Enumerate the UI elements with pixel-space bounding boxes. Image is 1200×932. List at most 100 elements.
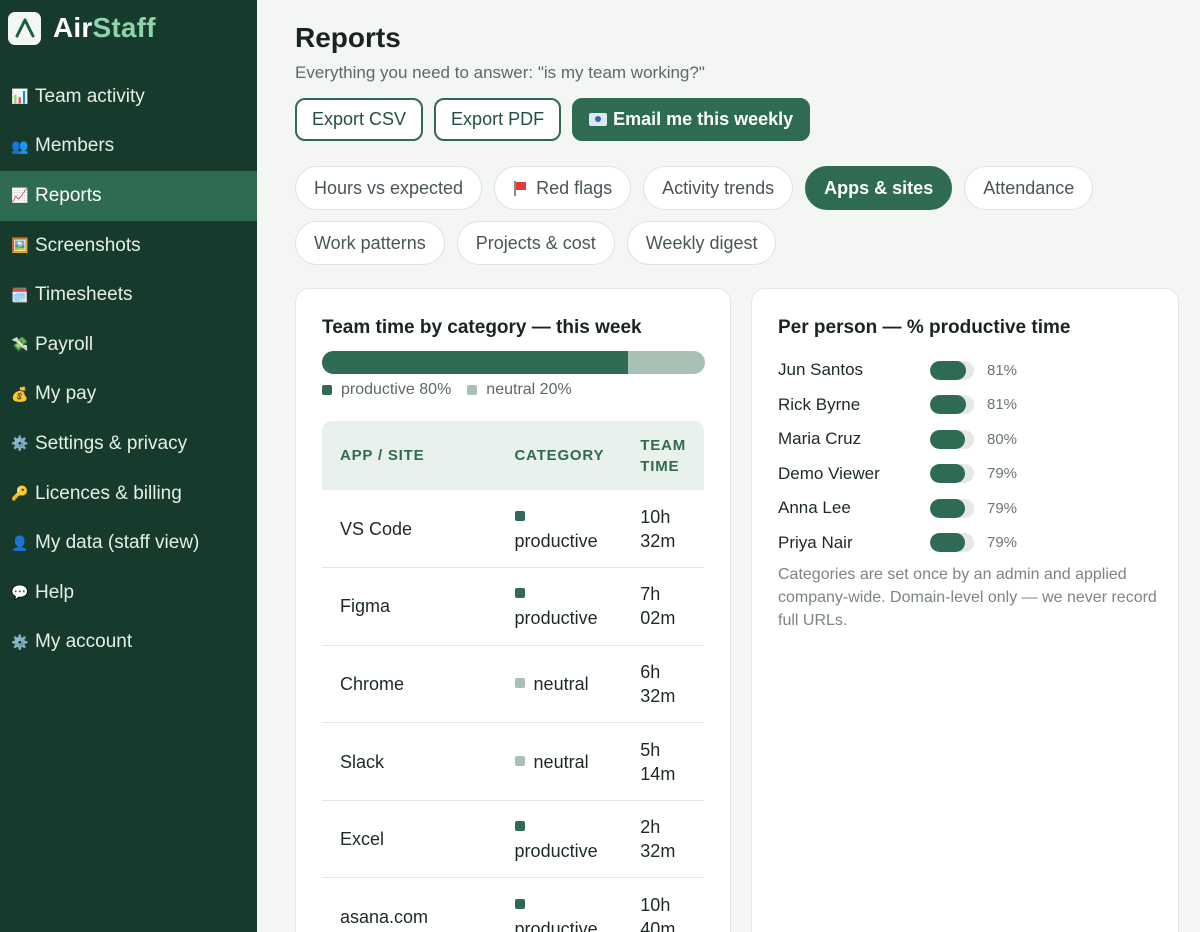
list-item[interactable]: Priya Nair 79% <box>778 526 1158 561</box>
category-card: Team time by category — this week produc… <box>295 288 731 932</box>
sidebar-item-help[interactable]: 💬 Help <box>0 568 257 618</box>
speech-bubble-icon: 💬 <box>11 584 29 601</box>
tab-apps-sites[interactable]: Apps & sites <box>805 166 953 210</box>
sidebar-item-payroll[interactable]: 💸 Payroll <box>0 320 257 370</box>
app-name: Excel <box>322 800 497 879</box>
category-label: productive <box>514 918 598 932</box>
sidebar-item-screenshots[interactable]: 🖼️ Screenshots <box>0 221 257 271</box>
tab-hours-vs-expected[interactable]: Hours vs expected <box>295 166 483 210</box>
tab-weekly-digest[interactable]: Weekly digest <box>626 221 777 265</box>
brand[interactable]: AirStaff <box>8 10 156 46</box>
productive-bar-fill <box>930 429 966 449</box>
app-name: VS Code <box>322 490 497 569</box>
tab-attendance[interactable]: Attendance <box>964 166 1094 210</box>
tab-label: Projects & cost <box>475 232 596 253</box>
app-team-time: 2h 32m <box>622 800 704 879</box>
header-app-site[interactable]: APP / SITE <box>322 421 497 490</box>
sidebar-item-my-pay[interactable]: 💰 My pay <box>0 370 257 420</box>
table-row[interactable]: Chrome neutral 6h 32m <box>322 645 704 724</box>
bar-chart-icon: 📊 <box>11 88 29 105</box>
category-label: neutral <box>533 673 589 694</box>
productive-bar-fill <box>930 533 965 553</box>
person-name: Priya Nair <box>778 532 853 552</box>
sidebar-item-label: My data (staff view) <box>35 532 200 554</box>
money-wings-icon: 💸 <box>11 336 29 353</box>
productive-swatch <box>514 821 525 832</box>
money-bag-icon: 💰 <box>11 385 29 402</box>
export-pdf-button[interactable]: Export PDF <box>434 98 562 141</box>
tab-projects-cost[interactable]: Projects & cost <box>456 221 615 265</box>
productive-bar-fill <box>930 464 965 484</box>
productive-pct: 79% <box>987 499 1018 517</box>
app-name: Figma <box>322 567 497 646</box>
sidebar-item-my-data-staff-view[interactable]: 👤 My data (staff view) <box>0 518 257 568</box>
app-team-time: 5h 14m <box>622 722 704 801</box>
app-category: productive <box>496 490 623 569</box>
category-label: neutral <box>533 751 589 772</box>
sidebar-item-reports[interactable]: 📈 Reports <box>0 171 257 221</box>
sidebar-item-licences-billing[interactable]: 🔑 Licences & billing <box>0 469 257 519</box>
productive-fill <box>322 351 629 374</box>
productive-bar-fill <box>930 395 966 415</box>
list-item[interactable]: Maria Cruz 80% <box>778 422 1158 457</box>
people-icon: 👥 <box>11 137 29 154</box>
table-row[interactable]: Excel productive 2h 32m <box>322 800 704 879</box>
category-label: productive <box>514 608 598 629</box>
sidebar-item-my-account[interactable]: ⚙️ My account <box>0 618 257 668</box>
report-tabs: Hours vs expected Red flags Activity trend… <box>295 166 1155 265</box>
tab-label: Work patterns <box>314 232 426 253</box>
tab-activity-trends[interactable]: Activity trends <box>643 166 794 210</box>
list-item[interactable]: Demo Viewer 79% <box>778 457 1158 492</box>
header-category[interactable]: CATEGORY <box>497 421 623 490</box>
sidebar-item-label: Team activity <box>35 85 145 107</box>
sidebar-item-label: Help <box>35 581 75 603</box>
app-team-time: 7h 02m <box>622 567 704 646</box>
table-row[interactable]: Slack neutral 5h 14m <box>322 722 704 801</box>
list-item[interactable]: Rick Byrne 81% <box>778 388 1158 423</box>
table-row[interactable]: Figma productive 7h 02m <box>322 567 704 646</box>
table-row[interactable]: VS Code productive 10h 32m <box>322 490 704 569</box>
apps-table-body: VS Code productive 10h 32m Figma productive 7… <box>322 490 704 932</box>
neutral-swatch <box>514 677 525 688</box>
list-item[interactable]: Anna Lee 79% <box>778 491 1158 526</box>
table-row[interactable]: asana.com productive 10h 40m <box>322 877 704 932</box>
email-weekly-button[interactable]: Email me this weekly <box>572 98 811 141</box>
app-name: asana.com <box>322 877 497 932</box>
brand-name-part2: Staff <box>92 12 156 43</box>
tab-work-patterns[interactable]: Work patterns <box>295 221 445 265</box>
calendar-icon: 🗓️ <box>11 286 29 303</box>
list-item[interactable]: Jun Santos 81% <box>778 353 1158 388</box>
sidebar-item-members[interactable]: 👥 Members <box>0 122 257 172</box>
category-split-bar <box>322 351 705 374</box>
sidebar-item-team-activity[interactable]: 📊 Team activity <box>0 72 257 122</box>
apps-table-header: APP / SITE CATEGORY TEAM TIME <box>322 421 704 490</box>
productive-bar-fill <box>930 498 965 518</box>
sidebar-item-label: Settings & privacy <box>35 432 188 454</box>
main-content: Reports Everything you need to answer: "… <box>257 0 1200 932</box>
tab-label: Activity trends <box>662 177 775 198</box>
sidebar-item-timesheets[interactable]: 🗓️ Timesheets <box>0 270 257 320</box>
category-legend: productive 80% neutral 20% <box>322 381 572 399</box>
productive-bar-fill <box>930 360 966 380</box>
tab-label: Apps & sites <box>824 177 934 198</box>
tab-red-flags[interactable]: Red flags <box>494 166 632 210</box>
sidebar-item-label: My account <box>35 631 133 653</box>
person-name: Rick Byrne <box>778 394 861 414</box>
sidebar-item-label: My pay <box>35 383 97 405</box>
productive-bar <box>930 429 974 449</box>
tab-label: Red flags <box>536 177 613 198</box>
productive-bar <box>930 395 974 415</box>
app-category: neutral <box>496 722 623 801</box>
export-csv-button[interactable]: Export CSV <box>295 98 424 141</box>
category-note: Categories are set once by an admin and … <box>778 566 1157 629</box>
picture-icon: 🖼️ <box>11 237 29 254</box>
apps-table: APP / SITE CATEGORY TEAM TIME VS Code pro… <box>322 421 704 932</box>
productive-bar <box>930 464 974 484</box>
header-team-time[interactable]: TEAM TIME <box>622 421 704 490</box>
brand-name: AirStaff <box>53 12 156 44</box>
person-card: Per person — % productive time Jun Santo… <box>751 288 1179 932</box>
tab-label: Weekly digest <box>645 232 758 253</box>
sidebar-item-settings-privacy[interactable]: ⚙️ Settings & privacy <box>0 419 257 469</box>
brand-name-part1: Air <box>53 12 93 43</box>
key-icon: 🔑 <box>11 485 29 502</box>
